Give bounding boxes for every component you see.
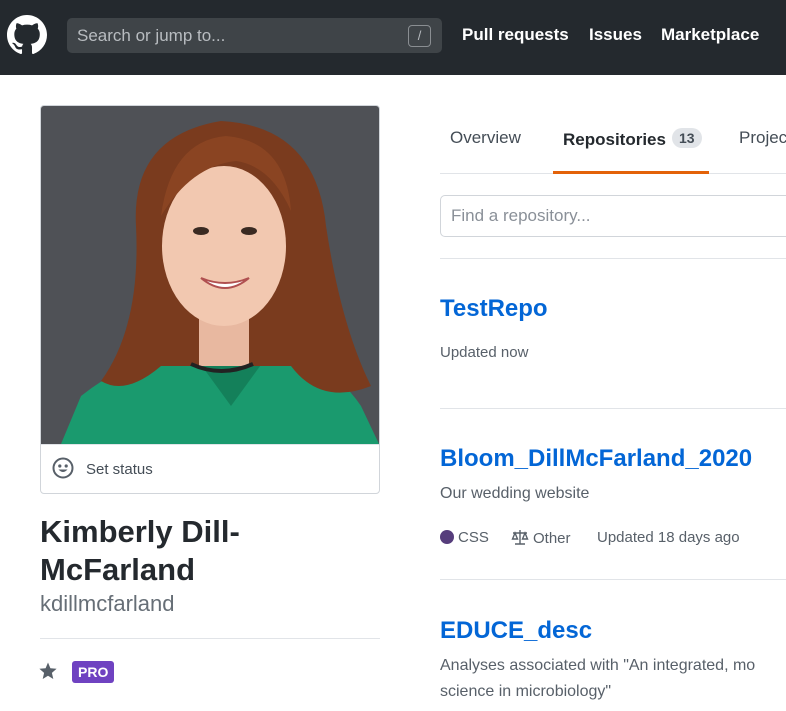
- profile-username: kdillmcfarland: [40, 591, 175, 616]
- repo-name-link[interactable]: EDUCE_desc: [440, 617, 592, 645]
- repo-name-link[interactable]: TestRepo: [440, 295, 548, 323]
- active-tab-underline: [553, 171, 709, 174]
- repo-description: Analyses associated with "An integrated,…: [440, 657, 756, 700]
- find-repository-input[interactable]: [440, 195, 786, 237]
- search-placeholder: Search or jump to...: [77, 26, 226, 45]
- repo-name-link[interactable]: Bloom_DillMcFarland_2020: [440, 445, 752, 473]
- nav-marketplace[interactable]: Marketplace: [661, 25, 759, 45]
- search-shortcut-key: /: [408, 25, 431, 47]
- profile-fullname: Kimberly Dill-McFarland: [40, 514, 240, 587]
- repo-language-label: CSS: [458, 529, 489, 546]
- tab-repositories[interactable]: Repositories 13: [563, 128, 702, 150]
- repo-description: Our wedding website: [440, 485, 590, 502]
- top-nav-bar: Search or jump to... / Pull requests Iss…: [0, 0, 786, 75]
- nav-pull-requests[interactable]: Pull requests: [462, 25, 569, 45]
- nav-issues[interactable]: Issues: [589, 25, 642, 45]
- scale-icon: [511, 530, 529, 545]
- repo-divider: [440, 579, 786, 580]
- avatar-card: Set status: [40, 105, 380, 494]
- language-color-dot: [440, 530, 454, 544]
- smiley-icon: [52, 457, 74, 479]
- repo-license-label: Other: [533, 530, 571, 547]
- set-status-label: Set status: [86, 461, 153, 478]
- set-status-button[interactable]: Set status: [41, 444, 379, 493]
- tab-overview[interactable]: Overview: [450, 128, 521, 148]
- tab-repositories-label: Repositories: [563, 130, 666, 149]
- avatar[interactable]: [41, 106, 379, 444]
- repo-updated: Updated now: [440, 344, 529, 361]
- pro-badge: PRO: [72, 661, 115, 683]
- repo-divider: [440, 408, 786, 409]
- search-input[interactable]: Search or jump to... /: [67, 18, 442, 53]
- star-icon: [39, 662, 57, 679]
- repo-updated: Updated 18 days ago: [597, 529, 740, 546]
- repo-divider: [440, 258, 786, 259]
- repo-language: CSS: [440, 529, 489, 546]
- github-logo-icon[interactable]: [7, 15, 47, 55]
- profile-divider: [40, 638, 380, 639]
- repo-license: Other: [511, 529, 571, 547]
- tab-projects[interactable]: Projects: [739, 128, 786, 148]
- repositories-counter: 13: [671, 128, 702, 148]
